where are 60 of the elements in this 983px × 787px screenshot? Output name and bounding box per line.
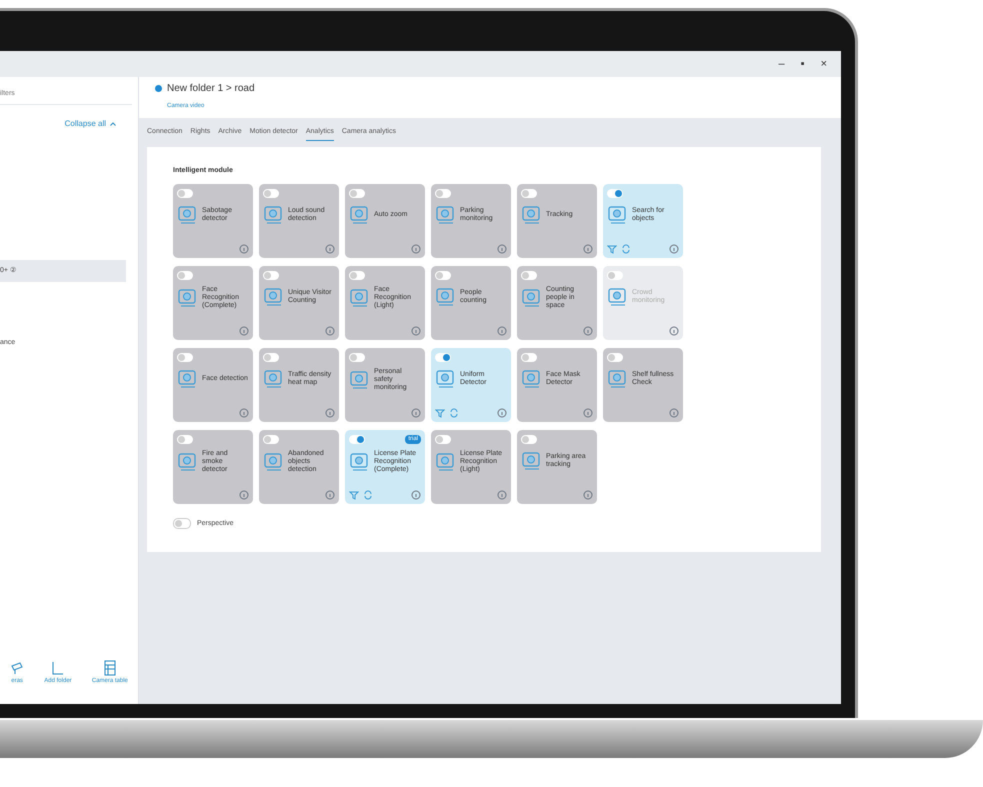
module-toggle[interactable]: [435, 188, 451, 198]
sync-icon[interactable]: [621, 244, 631, 254]
module-toggle[interactable]: [349, 434, 365, 444]
info-icon[interactable]: [583, 408, 593, 418]
camera-path-title: New folder 1 > road: [167, 83, 255, 94]
info-icon[interactable]: [239, 490, 249, 500]
info-icon[interactable]: [325, 244, 335, 254]
folder-icon: [50, 660, 65, 676]
info-icon[interactable]: [411, 326, 421, 336]
chevron-up-icon[interactable]: [110, 122, 116, 126]
module-toggle[interactable]: [607, 352, 623, 362]
sync-icon[interactable]: [449, 408, 459, 418]
filter-icon[interactable]: [435, 408, 445, 418]
camera-icon: [10, 660, 24, 676]
window-control[interactable]: ▪: [800, 58, 805, 70]
module-toggle[interactable]: [177, 270, 193, 280]
filter-icon[interactable]: [607, 244, 617, 254]
info-icon[interactable]: [325, 326, 335, 336]
info-icon[interactable]: [497, 408, 507, 418]
info-icon[interactable]: [583, 244, 593, 254]
module-toggle[interactable]: [521, 434, 537, 444]
info-icon[interactable]: [497, 326, 507, 336]
info-icon[interactable]: [583, 490, 593, 500]
window-control[interactable]: ×: [820, 58, 827, 70]
module-toggle[interactable]: [435, 434, 451, 444]
info-icon[interactable]: [239, 244, 249, 254]
module-toggle[interactable]: [435, 270, 451, 280]
module-toggle[interactable]: [177, 434, 193, 444]
module-toggle[interactable]: [607, 188, 623, 198]
info-icon[interactable]: [239, 326, 249, 336]
module-toggle[interactable]: [349, 352, 365, 362]
module-toggle[interactable]: [349, 188, 365, 198]
window-control[interactable]: –: [778, 58, 785, 70]
info-icon[interactable]: [497, 490, 507, 500]
sync-icon[interactable]: [363, 490, 373, 500]
module-toggle[interactable]: [521, 270, 537, 280]
info-icon[interactable]: [669, 408, 679, 418]
filter-icon[interactable]: [349, 490, 359, 500]
perspective-toggle[interactable]: [173, 518, 191, 529]
module-toggle[interactable]: [435, 352, 451, 362]
module-toggle[interactable]: [177, 352, 193, 362]
info-icon[interactable]: [497, 244, 507, 254]
info-icon[interactable]: [411, 244, 421, 254]
info-icon[interactable]: [239, 408, 249, 418]
info-icon[interactable]: [325, 408, 335, 418]
module-toggle[interactable]: [263, 188, 279, 198]
collapse-all-link[interactable]: Collapse all: [64, 119, 106, 128]
info-icon[interactable]: [411, 408, 421, 418]
module-toggle[interactable]: [521, 352, 537, 362]
module-toggle[interactable]: [349, 270, 365, 280]
module-toggle[interactable]: [521, 188, 537, 198]
module-toggle[interactable]: [177, 188, 193, 198]
info-icon[interactable]: [325, 490, 335, 500]
module-toggle[interactable]: [263, 352, 279, 362]
info-icon[interactable]: [669, 244, 679, 254]
module-toggle[interactable]: [263, 270, 279, 280]
module-toggle[interactable]: [263, 434, 279, 444]
info-icon[interactable]: [583, 326, 593, 336]
info-icon[interactable]: [411, 490, 421, 500]
table-icon: [102, 660, 117, 676]
